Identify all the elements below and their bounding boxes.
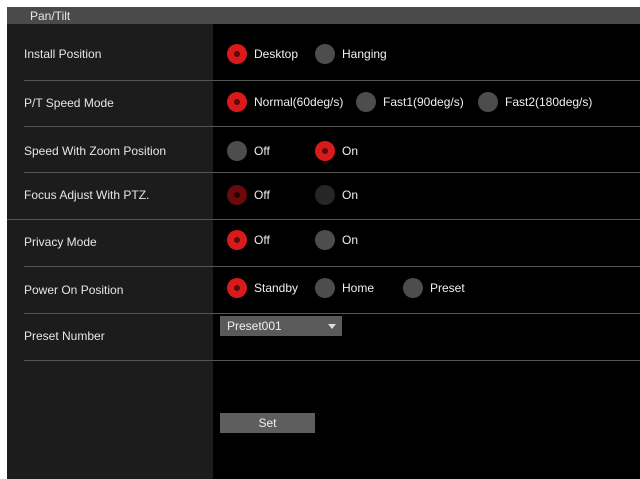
- power-on-preset-radio[interactable]: Preset: [403, 278, 465, 298]
- privacy-mode-on-radio[interactable]: On: [315, 230, 358, 250]
- option-label: Off: [254, 188, 270, 202]
- pt-speed-fast2-radio[interactable]: Fast2(180deg/s): [478, 92, 592, 112]
- pt-speed-fast1-radio[interactable]: Fast1(90deg/s): [356, 92, 464, 112]
- option-label: Preset: [430, 281, 465, 295]
- title-bar: Pan/Tilt: [7, 7, 640, 24]
- radio-icon: [315, 185, 335, 205]
- power-on-position-label: Power On Position: [24, 283, 124, 297]
- option-label: Hanging: [342, 47, 387, 61]
- radio-icon: [227, 141, 247, 161]
- option-label: Desktop: [254, 47, 299, 61]
- option-label: On: [342, 233, 359, 247]
- row-divider: [7, 219, 640, 220]
- pt-speed-normal-radio[interactable]: Normal(60deg/s): [227, 92, 343, 112]
- pt-speed-mode-label: P/T Speed Mode: [24, 96, 114, 110]
- power-on-home-radio[interactable]: Home: [315, 278, 374, 298]
- option-label: Normal(60deg/s): [254, 95, 344, 109]
- radio-icon: [315, 230, 335, 250]
- speed-with-zoom-off-radio[interactable]: Off: [227, 141, 270, 161]
- privacy-mode-label: Privacy Mode: [24, 235, 97, 249]
- preset-number-select[interactable]: Preset001: [220, 316, 342, 336]
- row-divider: [24, 266, 640, 267]
- option-label: On: [342, 144, 359, 158]
- radio-icon: [478, 92, 498, 112]
- option-label: Off: [254, 233, 270, 247]
- radio-icon: [227, 44, 247, 64]
- preset-number-value: Preset001: [227, 319, 282, 333]
- dropdown-arrow-icon: [328, 324, 336, 329]
- radio-icon: [315, 44, 335, 64]
- power-on-standby-radio[interactable]: Standby: [227, 278, 298, 298]
- radio-icon: [315, 141, 335, 161]
- row-divider: [24, 172, 640, 173]
- option-label: Fast1(90deg/s): [383, 95, 464, 109]
- label-column: [7, 24, 213, 479]
- install-position-desktop-radio[interactable]: Desktop: [227, 44, 298, 64]
- panel-title: Pan/Tilt: [30, 9, 71, 23]
- radio-icon: [403, 278, 423, 298]
- row-divider: [24, 126, 640, 127]
- radio-icon: [356, 92, 376, 112]
- option-label: On: [342, 188, 359, 202]
- row-divider: [24, 360, 640, 361]
- radio-icon: [227, 185, 247, 205]
- radio-icon: [227, 230, 247, 250]
- option-label: Home: [342, 281, 375, 295]
- row-divider: [24, 313, 640, 314]
- row-divider: [24, 80, 640, 81]
- speed-with-zoom-on-radio[interactable]: On: [315, 141, 358, 161]
- install-position-hanging-radio[interactable]: Hanging: [315, 44, 387, 64]
- option-label: Fast2(180deg/s): [505, 95, 593, 109]
- focus-adjust-on-radio[interactable]: On: [315, 185, 358, 205]
- speed-with-zoom-label: Speed With Zoom Position: [24, 144, 167, 158]
- privacy-mode-off-radio[interactable]: Off: [227, 230, 270, 250]
- focus-adjust-label: Focus Adjust With PTZ.: [24, 188, 150, 202]
- radio-icon: [315, 278, 335, 298]
- radio-icon: [227, 278, 247, 298]
- option-label: Off: [254, 144, 270, 158]
- radio-icon: [227, 92, 247, 112]
- focus-adjust-off-radio[interactable]: Off: [227, 185, 270, 205]
- install-position-label: Install Position: [24, 47, 102, 61]
- preset-number-label: Preset Number: [24, 329, 105, 343]
- option-label: Standby: [254, 281, 299, 295]
- set-button[interactable]: Set: [220, 413, 315, 433]
